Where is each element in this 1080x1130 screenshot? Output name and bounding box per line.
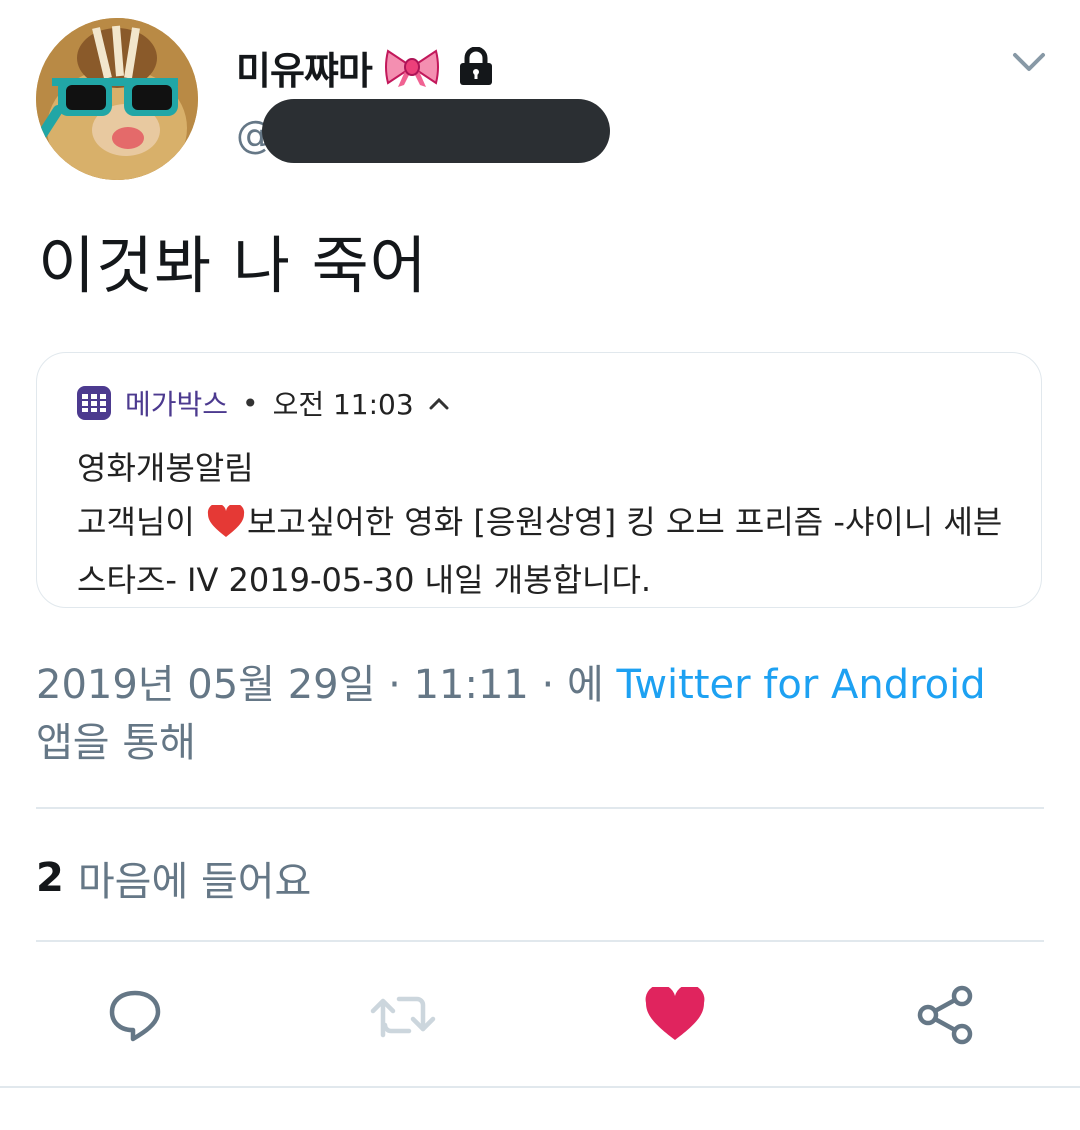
megabox-app-icon <box>77 386 111 420</box>
author-name-row[interactable]: 미유쨔마 <box>236 40 494 95</box>
display-name[interactable]: 미유쨔마 <box>236 40 373 95</box>
chevron-down-icon[interactable] <box>1012 50 1046 76</box>
notification-time: 오전 11:03 <box>272 388 414 421</box>
divider <box>36 807 1044 809</box>
reply-icon <box>109 990 161 1042</box>
retweet-button[interactable] <box>369 980 439 1050</box>
like-count: 2 <box>36 855 64 901</box>
heart-icon <box>645 987 705 1040</box>
avatar[interactable] <box>36 18 198 180</box>
tweet-text: 이것봐 나 죽어 <box>38 229 428 302</box>
reply-button[interactable] <box>100 980 170 1050</box>
chevron-up-icon <box>429 397 449 410</box>
divider <box>0 1086 1080 1088</box>
share-icon <box>917 985 973 1045</box>
notification-body: 고객님이 보고싶어한 영화 [응원상영] 킹 오브 프리즘 -샤이니 세븐 스타… <box>77 493 1007 607</box>
handle-redaction <box>262 99 610 163</box>
divider <box>36 940 1044 942</box>
like-label: 마음에 들어요 <box>77 859 312 905</box>
tweet-timestamp: 2019년 05월 29일 · 11:11 · 에 <box>36 662 617 708</box>
red-heart-emoji-icon <box>207 505 245 537</box>
source-link[interactable]: Twitter for Android <box>617 662 986 708</box>
notification-title: 영화개봉알림 <box>77 449 254 487</box>
ribbon-icon <box>384 49 439 87</box>
attached-image[interactable]: 메가박스 • 오전 11:03 영화개봉알림 고객님이 보고싶어한 영화 [응원… <box>36 352 1042 608</box>
source-suffix: 앱을 통해 <box>36 720 196 766</box>
notification-separator: • <box>242 386 259 420</box>
lock-icon <box>459 47 492 85</box>
tweet-meta: 2019년 05월 29일 · 11:11 · 에 Twitter for An… <box>36 656 1036 772</box>
retweet-icon <box>370 996 436 1038</box>
share-button[interactable] <box>910 980 980 1050</box>
notification-app-name: 메가박스 <box>125 388 229 421</box>
avatar-image <box>36 18 198 180</box>
action-bar <box>0 980 1080 1050</box>
like-button[interactable] <box>640 980 710 1050</box>
notification-header: 메가박스 • 오전 11:03 <box>77 383 450 423</box>
notification-body-start: 고객님이 <box>77 503 205 541</box>
likes-stat[interactable]: 2 마음에 들어요 <box>36 848 311 908</box>
